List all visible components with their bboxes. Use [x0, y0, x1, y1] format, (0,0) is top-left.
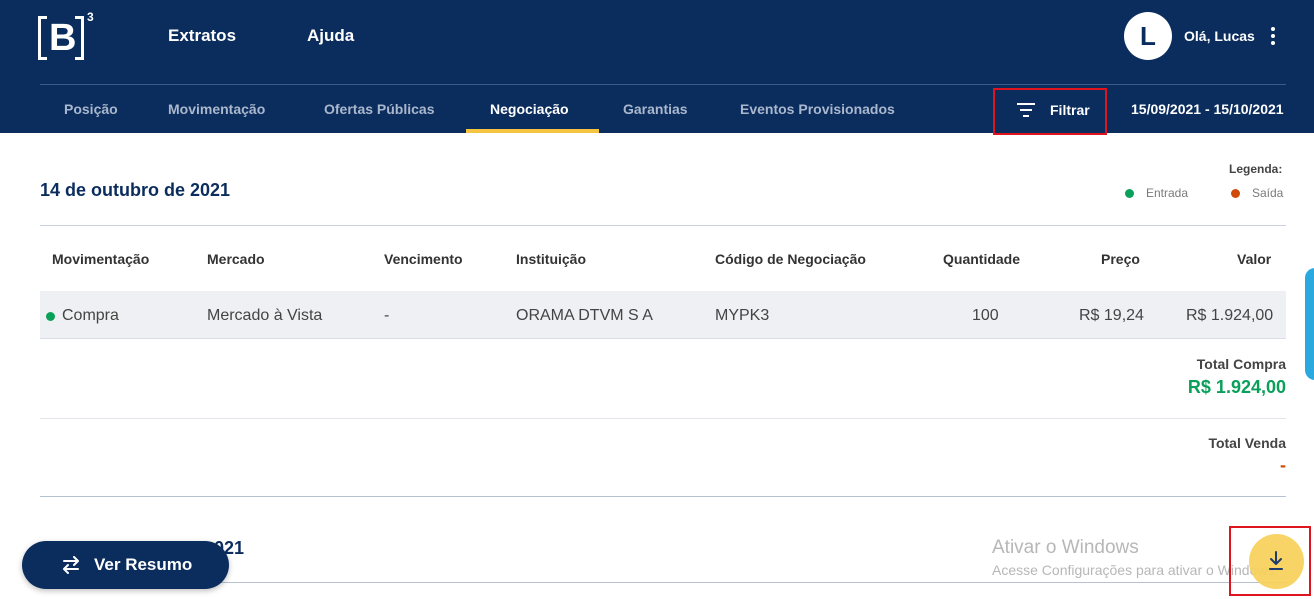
logo-bracket-left: [38, 16, 47, 60]
logo-superscript: 3: [87, 10, 94, 24]
user-greeting: Olá, Lucas: [1184, 28, 1255, 44]
cell-preco: R$ 19,24: [1079, 307, 1144, 324]
logo-letter: B: [49, 17, 77, 59]
cell-valor: R$ 1.924,00: [1186, 307, 1274, 324]
cell-movimentacao: Compra: [62, 307, 119, 324]
col-vencimento: Vencimento: [384, 251, 463, 267]
cell-codigo: MYPK3: [715, 307, 770, 324]
filter-button[interactable]: Filtrar: [993, 88, 1107, 135]
legend-entrada-label: Entrada: [1146, 186, 1189, 200]
total-venda-value: -: [1280, 455, 1286, 475]
tab-eventos-provisionados[interactable]: Eventos Provisionados: [740, 101, 895, 117]
totals-divider: [40, 418, 1286, 419]
legend-saida-label: Saída: [1252, 186, 1284, 200]
cell-vencimento: -: [384, 307, 390, 324]
col-quantidade: Quantidade: [943, 251, 1021, 267]
tab-posicao[interactable]: Posição: [64, 101, 118, 117]
cell-quantidade: 100: [972, 307, 999, 324]
next-section-divider: [40, 582, 1286, 583]
total-venda-label: Total Venda: [1208, 435, 1286, 451]
swap-arrows-icon: [63, 556, 79, 574]
tab-garantias[interactable]: Garantias: [623, 101, 688, 117]
more-options-icon[interactable]: [1266, 27, 1280, 45]
b3-logo[interactable]: B 3: [38, 10, 100, 62]
cell-instituicao: ORAMA DTVM S A: [516, 307, 653, 324]
col-valor: Valor: [1237, 251, 1272, 267]
col-codigo: Código de Negociação: [715, 251, 866, 267]
total-compra-value: R$ 1.924,00: [1187, 377, 1286, 397]
section-end-divider: [40, 496, 1286, 497]
saida-dot-icon: [1231, 188, 1240, 198]
ver-resumo-button[interactable]: Ver Resumo: [22, 541, 229, 589]
tab-negociacao[interactable]: Negociação: [490, 101, 569, 117]
section-divider: [40, 225, 1286, 226]
section-date: 14 de outubro de 2021: [40, 180, 231, 200]
windows-watermark-title: Ativar o Windows: [992, 537, 1139, 558]
download-highlight-frame: [1229, 526, 1311, 596]
legend-entrada: Entrada: [1125, 186, 1188, 200]
avatar[interactable]: L: [1124, 12, 1172, 60]
cell-mercado: Mercado à Vista: [207, 307, 323, 324]
logo-bracket-right: [75, 16, 84, 60]
filter-icon: [1017, 103, 1035, 117]
legend-title: Legenda:: [1229, 162, 1283, 176]
col-preco: Preço: [1101, 251, 1140, 267]
side-help-tab[interactable]: [1305, 268, 1314, 380]
legend-saida: Saída: [1231, 186, 1283, 200]
entrada-dot-icon: [1125, 188, 1134, 198]
nav-extratos[interactable]: Extratos: [168, 26, 236, 46]
tab-ofertas-publicas[interactable]: Ofertas Públicas: [324, 101, 435, 117]
header-divider: [40, 84, 1286, 85]
entrada-dot-icon: [46, 312, 55, 321]
filter-label: Filtrar: [1050, 102, 1090, 118]
nav-ajuda[interactable]: Ajuda: [307, 26, 354, 46]
total-compra-label: Total Compra: [1196, 356, 1286, 372]
col-instituicao: Instituição: [516, 251, 587, 267]
col-mercado: Mercado: [207, 251, 265, 267]
top-header: B 3 Extratos Ajuda L Olá, Lucas Posição …: [0, 0, 1314, 135]
tab-movimentacao[interactable]: Movimentação: [168, 101, 265, 117]
col-movimentacao: Movimentação: [52, 251, 150, 267]
ver-resumo-label: Ver Resumo: [94, 555, 193, 574]
active-tab-indicator: [466, 129, 599, 133]
date-range[interactable]: 15/09/2021 - 15/10/2021: [1131, 101, 1284, 117]
